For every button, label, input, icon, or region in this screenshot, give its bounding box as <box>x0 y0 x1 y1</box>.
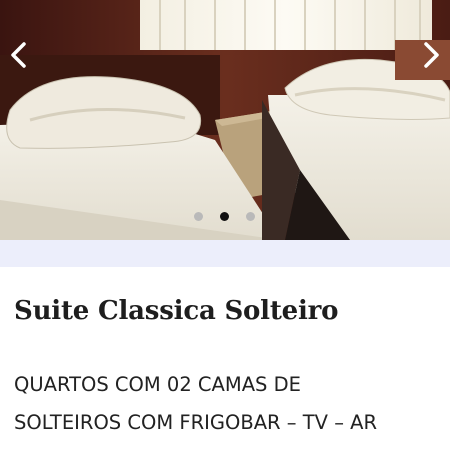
description-line: SOLTEIROS COM FRIGOBAR – TV – AR <box>14 411 378 434</box>
chevron-left-icon <box>11 42 26 68</box>
next-photo-button[interactable] <box>416 38 446 72</box>
pagination-dot[interactable] <box>246 212 255 221</box>
room-title: Suite Classica Solteiro <box>14 296 339 326</box>
chevron-right-icon <box>424 42 439 68</box>
previous-photo-button[interactable] <box>4 38 34 72</box>
description-line: QUARTOS COM 02 CAMAS DE <box>14 373 301 396</box>
pagination-dot[interactable] <box>220 212 229 221</box>
photo-carousel[interactable] <box>0 0 450 240</box>
pagination-dot[interactable] <box>194 212 203 221</box>
room-photo <box>0 0 450 240</box>
divider-strip <box>0 240 450 267</box>
room-description: QUARTOS COM 02 CAMAS DE SOLTEIROS COM FR… <box>14 366 444 442</box>
carousel-pagination <box>0 212 450 222</box>
